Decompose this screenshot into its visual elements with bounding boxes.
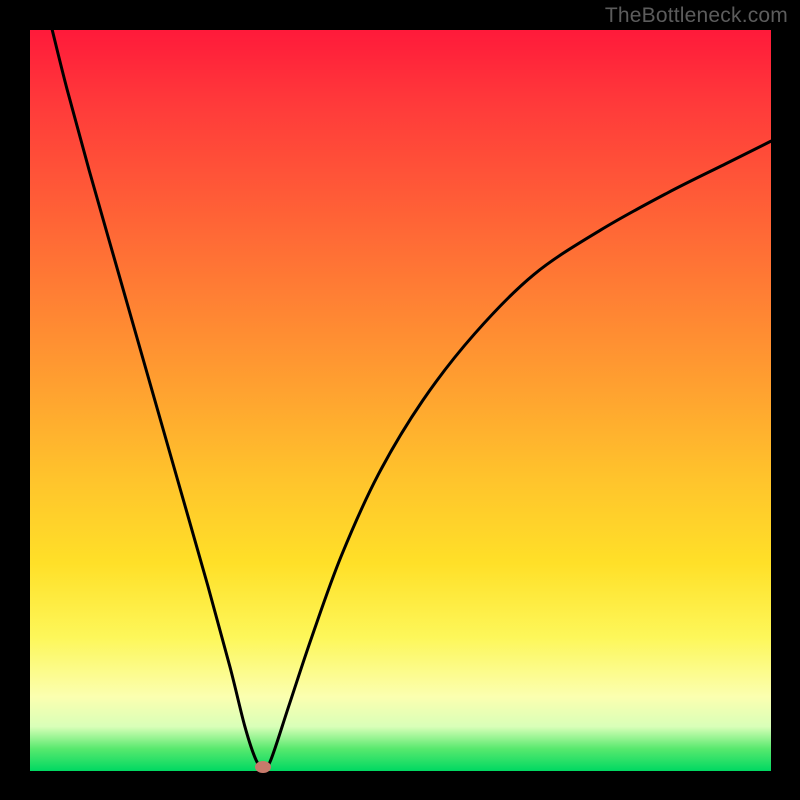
curve-svg <box>30 30 771 771</box>
attribution-label: TheBottleneck.com <box>605 4 788 28</box>
chart-frame: TheBottleneck.com <box>0 0 800 800</box>
minimum-marker <box>255 761 271 773</box>
plot-area <box>30 30 771 771</box>
bottleneck-curve <box>52 30 771 768</box>
